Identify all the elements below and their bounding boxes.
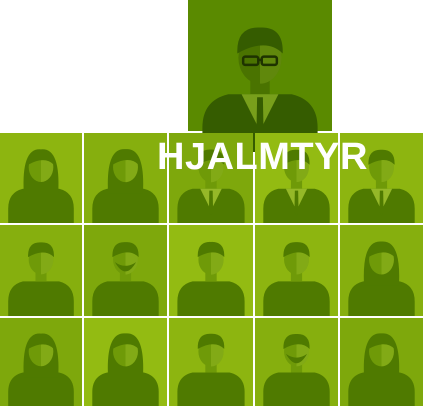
avatar-body [263, 372, 330, 406]
avatar-body [92, 188, 159, 223]
avatar-body [8, 188, 74, 223]
featured-avatar-tile [188, 0, 332, 152]
avatar-tile [340, 225, 423, 316]
avatar-tile [0, 133, 82, 223]
avatar-tile [84, 225, 167, 316]
avatar-body [348, 281, 415, 316]
avatar-tie [379, 190, 384, 216]
avatar-mosaic: HJALMTYR [0, 0, 423, 406]
avatar-tile [169, 225, 253, 316]
avatar-body [8, 372, 74, 406]
avatar-tile [0, 318, 82, 406]
avatar-tile [84, 318, 167, 406]
page-title: HJALMTYR [157, 136, 368, 178]
avatar-tie [294, 190, 299, 216]
avatar-tile [169, 318, 253, 406]
avatar-body [263, 281, 330, 316]
avatar-tile [255, 318, 338, 406]
avatar-body [8, 281, 74, 316]
avatar-tile [340, 318, 423, 406]
avatar-grid [0, 0, 423, 406]
avatar-tile [0, 225, 82, 316]
avatar-tile [84, 133, 167, 223]
avatar-body [177, 281, 245, 316]
avatar-tile [255, 225, 338, 316]
avatar-tie [208, 190, 214, 216]
avatar-body [92, 281, 159, 316]
avatar-body [177, 372, 245, 406]
